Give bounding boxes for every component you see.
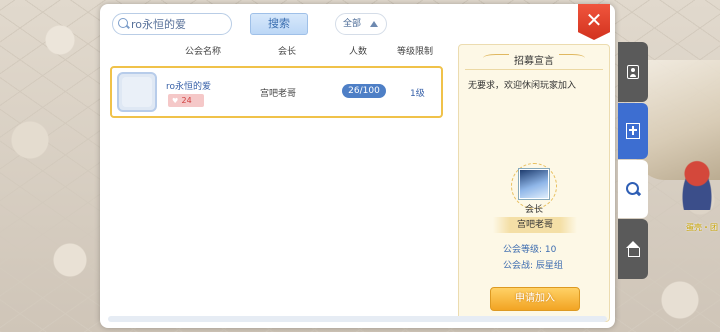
guild-level-stat: 公会等级: 10: [503, 245, 557, 255]
tab-search[interactable]: [618, 160, 648, 218]
title-ornament-right: [559, 54, 585, 62]
divider: [465, 69, 603, 70]
guild-member-count: 26/100: [342, 84, 386, 98]
guild-info-panel: 招募宣言 无要求，欢迎休闲玩家加入 会长 宫吧老哥 公会等级: 10 公会战: …: [458, 44, 610, 322]
tab-profile[interactable]: [618, 42, 648, 102]
list-scrollbar[interactable]: [108, 316, 607, 322]
guild-name: ro永恒的爱: [166, 82, 212, 92]
col-header-members: 人数: [349, 47, 368, 57]
search-field[interactable]: [112, 13, 232, 35]
search-icon: [117, 17, 131, 31]
guild-leader: 宫吧老哥: [260, 89, 297, 99]
leader-caption: 会长: [524, 205, 543, 215]
heart-icon: ♥: [172, 97, 179, 105]
id-card-icon: [627, 65, 639, 79]
recruit-message: 无要求，欢迎休闲玩家加入: [468, 81, 577, 91]
col-header-level-limit: 等级限制: [397, 47, 434, 57]
guild-book-icon: [626, 123, 640, 139]
guild-level-value: 24: [181, 96, 192, 105]
apply-join-button[interactable]: 申请加入: [490, 287, 580, 311]
guild-level-limit: 1级: [410, 89, 425, 99]
close-icon: ✕: [585, 8, 603, 32]
guild-war-stat: 公会战: 辰星组: [503, 261, 563, 271]
magnifier-icon: [625, 181, 641, 197]
guild-search-panel: 搜索 全部 ✕ 公会名称 会长 人数 等级限制 ro永恒的爱 ♥ 24 宫吧老哥…: [100, 4, 615, 328]
table-header: 公会名称 会长 人数 等级限制: [100, 44, 450, 58]
caret-up-icon: [370, 21, 378, 27]
filter-selected-label: 全部: [343, 19, 362, 29]
col-header-guild-name: 公会名称: [185, 47, 222, 57]
leader-name: 宫吧老哥: [493, 217, 577, 233]
col-header-leader: 会长: [278, 47, 297, 57]
tab-guild[interactable]: [618, 103, 648, 159]
tab-home[interactable]: [618, 219, 648, 279]
npc-character[interactable]: [678, 158, 716, 210]
npc-name-label: 蛋壳・团: [686, 223, 718, 232]
close-button[interactable]: ✕: [578, 4, 610, 40]
guild-row[interactable]: ro永恒的爱 ♥ 24 宫吧老哥 26/100 1级: [110, 66, 443, 118]
guild-emblem: [117, 72, 157, 112]
recruit-title: 招募宣言: [514, 56, 554, 67]
filter-dropdown[interactable]: 全部: [335, 13, 387, 35]
search-button[interactable]: 搜索: [250, 13, 308, 35]
search-input[interactable]: [131, 17, 229, 31]
guild-home-icon: [625, 241, 641, 257]
leader-avatar[interactable]: [518, 168, 550, 200]
guild-level-badge: ♥ 24: [168, 94, 204, 107]
